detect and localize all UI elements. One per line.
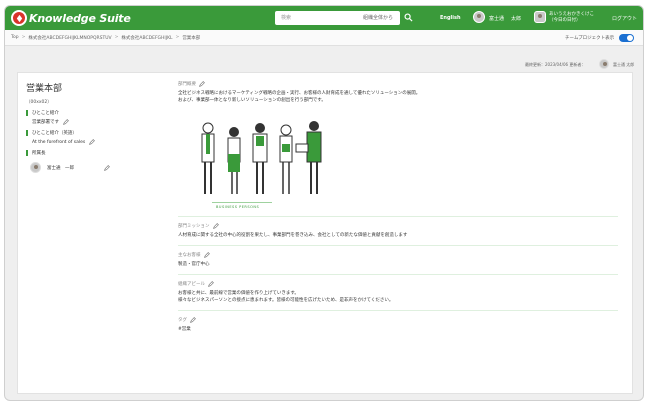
section-divider <box>178 245 618 246</box>
department-code: （00xx02） <box>26 100 52 105</box>
section-body-overview: 全社ビジネス戦略におけるマーケティング戦略の企画・実行、お客様の人財育成を通して… <box>178 90 618 104</box>
updater-avatar <box>599 59 609 69</box>
intro-en-text: At the forefront of sales <box>32 139 86 145</box>
business-persons-illustration: BUSINESS PERSONS <box>188 114 348 210</box>
tag-item[interactable]: #営業 <box>178 326 618 333</box>
language-link[interactable]: English <box>440 15 461 21</box>
appeal-line-1: お客様と共に、最前線で営業の価値を作り上げていきます。 <box>178 291 299 296</box>
department-name: 営業本部 <box>26 84 63 94</box>
section-title-customers: 主なお客様 <box>178 252 618 258</box>
breadcrumb-separator: > <box>175 35 180 40</box>
search-icon[interactable] <box>404 13 413 22</box>
manager-label: 所属長 <box>26 150 166 156</box>
section-body-customers: 製造・官庁中心 <box>178 262 210 267</box>
overview-line-1: 全社ビジネス戦略におけるマーケティング戦略の企画・実行、お客様の人財育成を通して… <box>178 91 421 96</box>
edit-pencil-icon[interactable] <box>203 252 210 258</box>
section-title-mission: 部門ミッション <box>178 223 618 229</box>
section-divider <box>178 216 618 217</box>
intro-en-value: At the forefront of sales <box>32 139 166 145</box>
search-input[interactable]: 検索 組織全体から <box>275 11 400 25</box>
breadcrumb: Top > 株式会社ABCDEFGHIJKLMNOPQRSTUV > 株式会社A… <box>11 35 200 41</box>
breadcrumb-item-current: 営業本部 <box>182 36 201 41</box>
breadcrumb-bar: Top > 株式会社ABCDEFGHIJKLMNOPQRSTUV > 株式会社A… <box>5 30 643 46</box>
appeal-line-2: 様々なビジネスパーソンとの接点に恵まれます。皆様の可能性を広げたいため、是非声を… <box>178 298 394 303</box>
edit-pencil-icon[interactable] <box>208 281 214 287</box>
section-divider <box>178 310 618 311</box>
top-bar: Knowledge Suite 検索 組織全体から English 富士通 太郎… <box>5 6 643 30</box>
edit-pencil-icon[interactable] <box>89 139 96 145</box>
search-scope-select[interactable]: 組織全体から <box>363 14 393 21</box>
section-body-mission: 人材育成に関する全社の中心的役割を果たし、事業部門を巻き込み、会社としての新たな… <box>178 233 408 238</box>
user-avatar[interactable] <box>473 11 485 23</box>
app-logo[interactable]: Knowledge Suite <box>11 10 131 26</box>
intro-label: ひとこと紹介 <box>26 110 166 116</box>
company-line-2: （今日の日付） <box>549 18 581 23</box>
section-title-text: 組織アピール <box>178 282 205 287</box>
breadcrumb-separator: > <box>114 35 119 40</box>
section-title-overview: 部門概要 <box>178 81 618 87</box>
edit-pencil-icon[interactable] <box>199 81 205 87</box>
logo-badge-icon <box>11 10 27 26</box>
section-title-text: 主なお客様 <box>178 253 201 258</box>
search-placeholder: 検索 <box>281 15 292 21</box>
breadcrumb-item-company[interactable]: 株式会社ABCDEFGHIJKLMNOPQRSTUV <box>28 35 111 41</box>
section-title-text: 部門ミッション <box>178 224 210 229</box>
department-card: 営業本部 （00xx02） ひとこと紹介 営業部署です ひとこと紹介（英語） A… <box>17 72 633 394</box>
manager-member[interactable]: 富士通 一郎 <box>30 162 166 173</box>
app-window: Knowledge Suite 検索 組織全体から English 富士通 太郎… <box>4 5 644 401</box>
section-body-appeal: お客様と共に、最前線で営業の価値を作り上げていきます。 様々なビジネスパーソンと… <box>178 290 618 304</box>
company-info[interactable]: あいうえおかきくけこ （今日の日付） <box>549 12 594 24</box>
team-project-toggle-label: チームプロジェクト表示 <box>565 36 615 41</box>
user-name-2[interactable]: 太郎 <box>511 15 521 22</box>
edit-pencil-icon[interactable] <box>190 317 196 323</box>
section-title-tags: タグ <box>178 317 618 323</box>
user-name[interactable]: 富士通 <box>489 15 504 22</box>
illustration-graphic <box>201 121 322 194</box>
intro-text: 営業部署です <box>32 120 59 125</box>
section-divider <box>178 274 618 275</box>
logo-text: Knowledge Suite <box>29 11 131 25</box>
breadcrumb-item-top[interactable]: Top <box>11 35 19 41</box>
member-name[interactable]: 富士通 一郎 <box>47 165 74 171</box>
team-project-toggle[interactable] <box>619 34 634 42</box>
member-avatar <box>30 162 41 173</box>
department-summary: 営業本部 （00xx02） ひとこと紹介 営業部署です ひとこと紹介（英語） A… <box>26 81 166 173</box>
edit-pencil-icon[interactable] <box>212 223 219 229</box>
breadcrumb-item-division[interactable]: 株式会社ABCDEFGHIJKL <box>121 35 172 41</box>
updater-name[interactable]: 富士通 太郎 <box>613 62 634 68</box>
illustration-caption: BUSINESS PERSONS <box>216 205 260 209</box>
illustration-underline <box>212 202 272 203</box>
section-title-text: 部門概要 <box>178 82 196 87</box>
company-icon <box>534 11 546 23</box>
section-title-text: タグ <box>178 318 187 323</box>
edit-pencil-icon[interactable] <box>104 164 110 171</box>
section-title-appeal: 組織アピール <box>178 281 618 287</box>
intro-value: 営業部署です <box>32 119 166 125</box>
overview-line-2: および、事業部一体となり新しいソリューションの創出を行う部門です。 <box>178 98 326 103</box>
department-details: 部門概要 全社ビジネス戦略におけるマーケティング戦略の企画・実行、お客様の人財育… <box>178 81 618 333</box>
last-updated: 最終更新：2023/04/06 更新者： <box>525 62 586 67</box>
edit-pencil-icon[interactable] <box>63 119 69 125</box>
breadcrumb-separator: > <box>21 35 26 40</box>
intro-en-label: ひとこと紹介（英語） <box>26 130 166 136</box>
logout-link[interactable]: ログアウト <box>612 15 637 22</box>
